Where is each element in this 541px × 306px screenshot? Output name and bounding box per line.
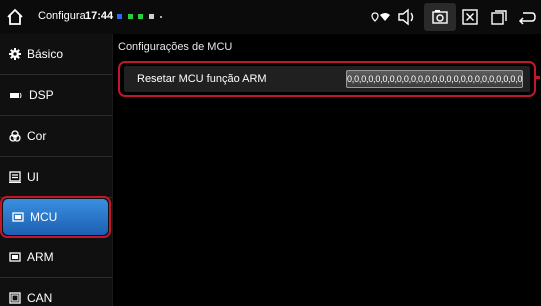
sidebar-item-arm[interactable]: ARM: [0, 237, 112, 277]
sidebar-item-label: UI: [27, 170, 39, 184]
notification-dot: [160, 16, 162, 18]
notification-dot: [138, 14, 143, 19]
home-icon[interactable]: [6, 8, 24, 26]
sidebar-item-basico[interactable]: Básico: [0, 34, 112, 74]
sidebar: Básico DSP Cor UI MCU ARM CAN: [0, 34, 112, 306]
clock: 17:44: [85, 10, 114, 22]
highlight-frame-edge: [536, 76, 540, 79]
sidebar-item-label: DSP: [29, 88, 54, 102]
palette-icon: [9, 130, 21, 142]
sidebar-item-ui[interactable]: UI: [0, 157, 112, 197]
notification-dot: [149, 14, 154, 19]
close-window-icon[interactable]: [461, 8, 479, 26]
notification-dot: [128, 14, 133, 19]
sidebar-item-label: ARM: [27, 250, 54, 264]
status-bar: Configura 17:44: [0, 0, 541, 34]
notification-dot: [117, 14, 122, 19]
reset-mcu-button[interactable]: 0,0,0,0,0,0,0,0,0,0,0,0,0,0,0,0,0,0,0,0,…: [346, 70, 523, 88]
setting-label: Resetar MCU função ARM: [137, 73, 267, 85]
highlight-frame: [0, 196, 111, 238]
can-bus-icon: [9, 292, 21, 304]
wifi-icon: [380, 13, 390, 21]
settings-row: Resetar MCU função ARM 0,0,0,0,0,0,0,0,0…: [124, 66, 530, 92]
section-title: Configurações de MCU: [118, 41, 233, 53]
recent-apps-icon[interactable]: [490, 8, 508, 26]
location-icon: [371, 12, 379, 22]
sidebar-item-cor[interactable]: Cor: [0, 116, 112, 156]
gear-icon: [9, 48, 21, 60]
app-title: Configura: [38, 10, 86, 22]
sidebar-item-can[interactable]: CAN: [0, 278, 112, 306]
sidebar-item-dsp[interactable]: DSP: [0, 75, 112, 115]
sidebar-item-label: CAN: [27, 291, 53, 305]
back-icon[interactable]: [517, 8, 537, 26]
sidebar-item-label: Cor: [27, 129, 47, 143]
sidebar-item-label: Básico: [27, 47, 64, 61]
sidebar-divider: [112, 34, 113, 306]
arm-chip-icon: [9, 252, 21, 262]
ui-icon: [9, 171, 21, 183]
equalizer-icon: [10, 92, 22, 99]
volume-icon[interactable]: [397, 8, 417, 26]
screenshot-icon[interactable]: [431, 8, 449, 26]
